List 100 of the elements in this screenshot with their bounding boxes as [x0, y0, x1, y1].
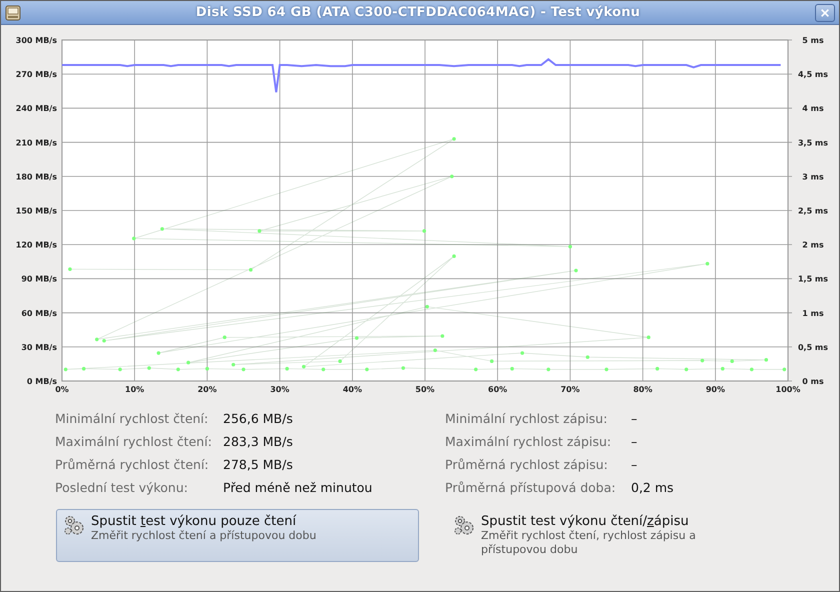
axis-tick-label: 300 MB/s [16, 36, 57, 45]
access-time-point [82, 366, 86, 371]
button-description: Změřit rychlost čtení, rychlost zápisu a přístupovou dobu [481, 529, 697, 557]
access-time-point [186, 360, 190, 364]
access-time-point [520, 351, 524, 355]
access-time-point [176, 368, 180, 372]
access-time-point [205, 366, 209, 371]
axis-tick-label: 210 MB/s [16, 138, 57, 148]
button-label: Spustit test výkonu čtení/zápisu [481, 514, 690, 529]
axis-tick-label: 120 MB/s [16, 240, 57, 250]
stat-label: Průměrná přístupová doba: [445, 480, 617, 494]
access-time-point [285, 366, 289, 371]
axis-tick-label: 10% [125, 385, 144, 394]
axis-tick-label: 30 MB/s [21, 342, 57, 352]
access-time-point [248, 268, 253, 272]
close-icon [820, 8, 830, 18]
access-time-point [433, 348, 437, 352]
access-time-point [684, 368, 688, 372]
access-time-point [568, 244, 572, 248]
access-time-point [354, 336, 359, 340]
access-time-point [510, 366, 514, 371]
stat-label: Poslední test výkonu: [55, 480, 189, 494]
access-time-point [425, 304, 429, 308]
access-time-point [450, 174, 454, 178]
axis-tick-label: 70% [560, 385, 580, 394]
stat-value: 283,3 MB/s [223, 434, 293, 448]
gears-icon [63, 514, 85, 536]
run-benchmark-button[interactable]: Spustit test výkonu pouze čtení Změřit rychlost čtení a přístupovou dobu [56, 509, 419, 562]
access-time-point [452, 254, 456, 258]
axis-tick-label: 50% [415, 385, 435, 394]
stat-value: – [631, 410, 638, 426]
access-time-point [322, 368, 326, 372]
axis-tick-label: 3,5 ms [798, 138, 828, 148]
stat-value: – [631, 456, 638, 472]
access-time-point [232, 362, 236, 366]
axis-tick-label: 1,5 ms [798, 274, 828, 284]
access-time-point [764, 358, 768, 362]
stat-value: Před méně než minutou [223, 480, 372, 494]
access-time-point [474, 368, 478, 372]
stat-value: 0,2 ms [631, 480, 674, 494]
access-time-point [720, 366, 724, 371]
access-time-point [422, 229, 426, 233]
access-time-point [242, 368, 246, 372]
axis-tick-label: 240 MB/s [16, 104, 57, 114]
axis-tick-label: 270 MB/s [16, 70, 57, 80]
axis-tick-label: 150 MB/s [16, 206, 57, 216]
stat-value: 256,6 MB/s [223, 410, 293, 426]
axis-tick-label: 100% [776, 385, 800, 394]
axis-tick-label: 90 MB/s [21, 274, 57, 284]
access-time-point [440, 334, 444, 338]
axis-tick-label: 30% [270, 385, 290, 394]
access-time-point [365, 368, 369, 372]
access-time-point [700, 358, 704, 362]
access-time-point [132, 236, 136, 240]
axis-tick-label: 180 MB/s [16, 172, 57, 182]
access-time-point [656, 366, 660, 371]
axis-tick-label: 90% [706, 385, 725, 394]
axis-tick-label: 1 ms [802, 308, 824, 318]
axis-tick-label: 4 ms [802, 104, 824, 114]
gears-icon [453, 514, 475, 536]
access-time-point [750, 368, 754, 372]
stat-label: Minimální rychlost čtení: [55, 410, 210, 426]
access-time-point [222, 336, 226, 340]
access-time-point [338, 359, 342, 364]
axis-tick-label: 0 MB/s [26, 377, 57, 386]
access-time-point [156, 351, 160, 355]
axis-tick-label: 0 ms [802, 377, 824, 386]
access-time-point [574, 268, 578, 272]
access-time-point [68, 267, 72, 271]
access-time-point [95, 338, 99, 342]
axis-tick-label: 20% [198, 385, 217, 394]
axis-tick-label: 0,5 ms [798, 342, 828, 352]
access-time-point [302, 364, 306, 368]
close-button[interactable] [815, 4, 835, 22]
button-description: Změřit rychlost čtení a přístupovou dobu [91, 529, 316, 543]
stat-label: Průměrná rychlost zápisu: [445, 456, 609, 472]
access-time-point [706, 262, 710, 266]
access-time-point [64, 368, 68, 372]
drive-icon [5, 4, 21, 20]
access-time-point [401, 366, 406, 370]
run-benchmark-button[interactable]: Spustit test výkonu čtení/zápisu Změřit rychlost čtení, rychlost zápisu a přístupovou dobu [446, 509, 809, 562]
axis-tick-label: 3 ms [802, 172, 824, 182]
access-time-point [546, 368, 550, 372]
access-time-point [586, 355, 590, 359]
access-time-point [102, 338, 106, 343]
axis-tick-label: 0% [55, 385, 69, 394]
axis-tick-label: 2 ms [802, 240, 824, 250]
stat-value: – [631, 434, 638, 448]
axis-tick-label: 40% [342, 385, 362, 394]
access-time-point [118, 368, 122, 372]
access-time-point [490, 359, 494, 364]
access-time-point [782, 368, 786, 372]
axis-tick-label: 80% [633, 385, 652, 394]
access-time-point [452, 137, 456, 141]
axis-tick-label: 60% [488, 385, 508, 394]
axis-tick-label: 60 MB/s [21, 308, 57, 318]
access-time-point [147, 366, 151, 370]
stat-label: Minimální rychlost zápisu: [445, 410, 608, 426]
stat-label: Maximální rychlost čtení: [55, 434, 213, 448]
axis-tick-label: 4,5 ms [798, 70, 828, 80]
